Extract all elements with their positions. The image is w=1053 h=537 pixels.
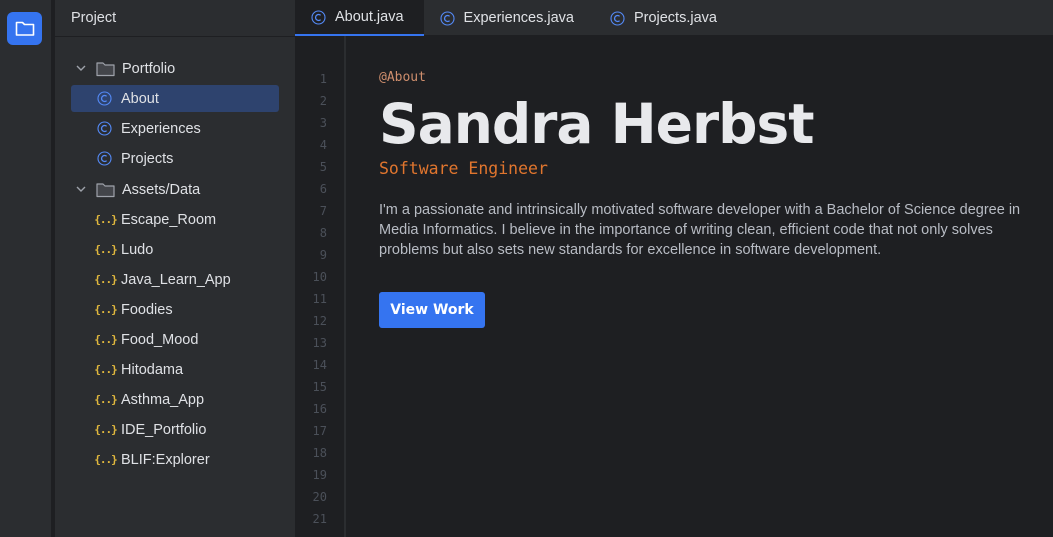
tree-item-food-mood[interactable]: {..} Food_Mood xyxy=(71,326,279,353)
json-icon: {..} xyxy=(94,303,118,316)
tree-item-label: Ludo xyxy=(121,241,154,258)
tree-item-label: Escape_Room xyxy=(121,211,217,228)
tree-item-foodies[interactable]: {..} Foodies xyxy=(71,296,279,323)
view-work-button[interactable]: View Work xyxy=(379,292,485,328)
tree-item-label: Asthma_App xyxy=(121,391,205,408)
tree-item-label: Portfolio xyxy=(122,60,176,77)
tree-item-assets-data[interactable]: Assets/Data xyxy=(71,176,281,203)
line-number: 1 xyxy=(319,72,327,86)
line-number: 13 xyxy=(312,336,327,350)
panel-title: Project xyxy=(55,0,295,37)
tab-label: Projects.java xyxy=(633,10,717,26)
folder-icon xyxy=(15,21,34,36)
hero-name: Sandra Herbst xyxy=(379,92,814,156)
line-number: 18 xyxy=(312,446,327,460)
editor-area: About.java Experiences.java Projects.java … xyxy=(295,0,1053,537)
hero-bio: I'm a passionate and intrinsically motiv… xyxy=(379,202,1021,258)
java-class-icon xyxy=(97,121,112,136)
tab-bar: About.java Experiences.java Projects.java xyxy=(295,0,1053,36)
line-number-gutter: 1 2 3 4 5 6 7 8 9 10 11 12 13 14 15 16 17 18 19 20 21 xyxy=(295,36,346,537)
folder-icon xyxy=(96,182,115,198)
project-tool-button[interactable] xyxy=(7,12,42,45)
tree-item-hitodama[interactable]: {..} Hitodama xyxy=(71,356,279,383)
line-number: 10 xyxy=(312,270,327,284)
tree-item-label: Food_Mood xyxy=(121,331,199,348)
tree-item-blif-explorer[interactable]: {..} BLIF:Explorer xyxy=(71,446,279,473)
hero-role: Software Engineer xyxy=(379,159,548,178)
line-number: 14 xyxy=(312,358,327,372)
line-number: 16 xyxy=(312,402,327,416)
chevron-down-icon[interactable] xyxy=(71,186,91,193)
tree-item-label: Java_Learn_App xyxy=(121,271,231,288)
folder-icon xyxy=(96,61,115,77)
line-number: 6 xyxy=(319,182,327,196)
line-number: 15 xyxy=(312,380,327,394)
tree-item-label: Assets/Data xyxy=(122,181,201,198)
json-icon: {..} xyxy=(94,333,118,346)
json-icon: {..} xyxy=(94,273,118,286)
tree-item-ludo[interactable]: {..} Ludo xyxy=(71,236,279,263)
line-number: 9 xyxy=(319,248,327,262)
line-number: 4 xyxy=(319,138,327,152)
tree-item-ide-portfolio[interactable]: {..} IDE_Portfolio xyxy=(71,416,279,443)
line-number: 17 xyxy=(312,424,327,438)
json-icon: {..} xyxy=(94,243,118,256)
chevron-down-icon[interactable] xyxy=(71,65,91,72)
tree-item-label: About xyxy=(121,90,159,107)
tab-label: Experiences.java xyxy=(463,10,574,26)
line-number: 3 xyxy=(319,116,327,130)
tree-item-label: Foodies xyxy=(121,301,173,318)
line-number: 20 xyxy=(312,490,327,504)
tree-item-about[interactable]: About xyxy=(71,85,279,112)
tree-item-label: Projects xyxy=(121,150,174,167)
tree-item-label: Hitodama xyxy=(121,361,184,378)
json-icon: {..} xyxy=(94,423,118,436)
tab-label: About.java xyxy=(335,9,404,25)
json-icon: {..} xyxy=(94,363,118,376)
line-number: 19 xyxy=(312,468,327,482)
tree-item-label: BLIF:Explorer xyxy=(121,451,210,468)
tree-item-projects[interactable]: Projects xyxy=(71,145,279,172)
java-class-icon xyxy=(311,9,326,25)
json-icon: {..} xyxy=(94,393,118,406)
tab-projects-java[interactable]: Projects.java xyxy=(594,0,737,36)
tree-item-asthma-app[interactable]: {..} Asthma_App xyxy=(71,386,279,413)
line-number: 21 xyxy=(312,512,327,526)
json-icon: {..} xyxy=(94,213,118,226)
annotation-text: @About xyxy=(379,70,426,85)
project-panel: Project Portfolio About Experiences Project… xyxy=(55,0,295,537)
json-icon: {..} xyxy=(94,453,118,466)
tree-item-label: Experiences xyxy=(121,120,201,137)
ide-window: Project Portfolio About Experiences Project… xyxy=(0,0,1053,537)
line-number: 5 xyxy=(319,160,327,174)
line-number: 8 xyxy=(319,226,327,240)
tree-item-label: IDE_Portfolio xyxy=(121,421,207,438)
line-number: 11 xyxy=(312,292,327,306)
java-class-icon xyxy=(610,10,625,26)
java-class-icon xyxy=(97,91,112,106)
tab-about-java[interactable]: About.java xyxy=(295,0,424,36)
line-number: 2 xyxy=(319,94,327,108)
java-class-icon xyxy=(97,151,112,166)
tree-item-portfolio[interactable]: Portfolio xyxy=(71,55,281,82)
line-number: 7 xyxy=(319,204,327,218)
line-number: 12 xyxy=(312,314,327,328)
java-class-icon xyxy=(439,10,455,26)
activity-bar xyxy=(0,0,55,537)
tab-experiences-java[interactable]: Experiences.java xyxy=(424,0,594,36)
tree-item-experiences[interactable]: Experiences xyxy=(71,115,279,142)
tree-item-escape-room[interactable]: {..} Escape_Room xyxy=(71,206,279,233)
tree-item-java-learn-app[interactable]: {..} Java_Learn_App xyxy=(71,266,279,293)
